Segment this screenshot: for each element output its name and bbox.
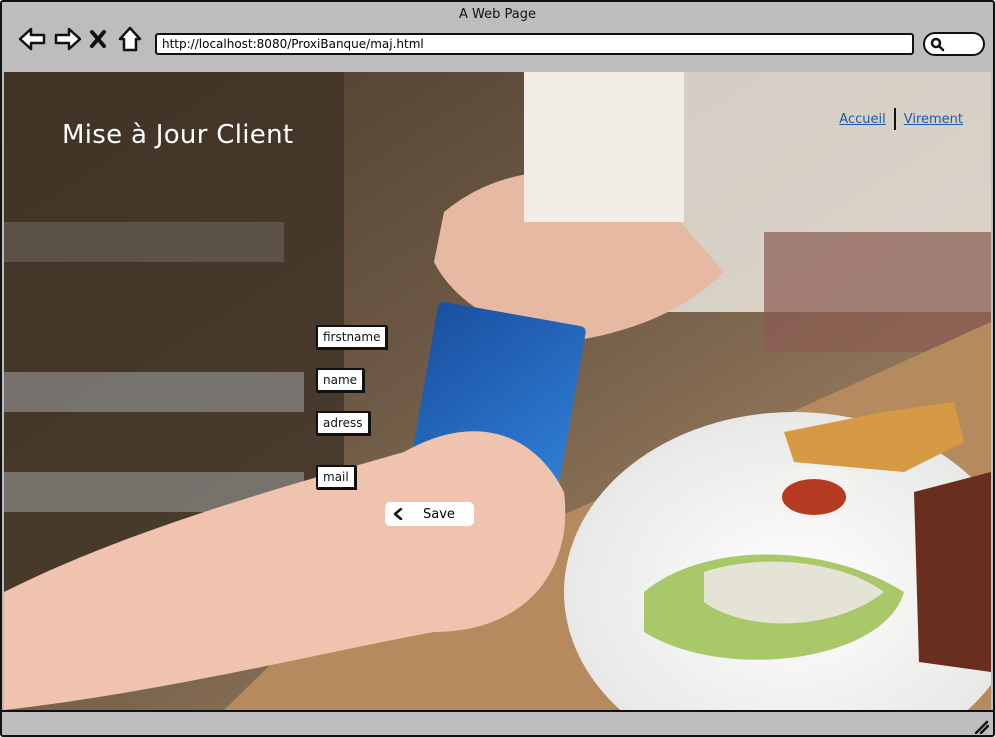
browser-window: A Web Page http://localhost:8080/ProxiBa… (0, 0, 995, 737)
divider (893, 108, 896, 130)
name-field[interactable]: name (316, 368, 365, 392)
close-icon (90, 30, 106, 48)
resize-grip-icon[interactable] (973, 720, 989, 734)
accueil-link[interactable]: Accueil (839, 112, 885, 127)
status-bar (2, 710, 993, 735)
adress-field[interactable]: adress (316, 411, 370, 435)
mail-field[interactable]: mail (316, 465, 356, 489)
search-field[interactable] (923, 32, 985, 56)
virement-link[interactable]: Virement (904, 112, 963, 127)
address-bar[interactable]: http://localhost:8080/ProxiBanque/maj.ht… (155, 33, 914, 55)
back-arrow-icon (18, 27, 46, 51)
back-button[interactable] (16, 24, 48, 54)
window-title: A Web Page (459, 7, 536, 22)
top-nav: Accueil Virement (839, 108, 963, 130)
home-icon (118, 26, 142, 52)
forward-arrow-icon (54, 27, 82, 51)
stop-button[interactable] (86, 24, 110, 54)
page-viewport: Mise à Jour Client Accueil Virement firs… (4, 72, 991, 710)
save-button[interactable]: Save (385, 502, 474, 526)
forward-button[interactable] (52, 24, 84, 54)
save-label: Save (423, 506, 455, 522)
chevron-left-icon (393, 508, 403, 520)
home-button[interactable] (116, 24, 144, 54)
firstname-field[interactable]: firstname (316, 325, 388, 349)
page-title: Mise à Jour Client (62, 120, 294, 150)
search-icon (930, 37, 945, 52)
background-photo (4, 72, 991, 710)
